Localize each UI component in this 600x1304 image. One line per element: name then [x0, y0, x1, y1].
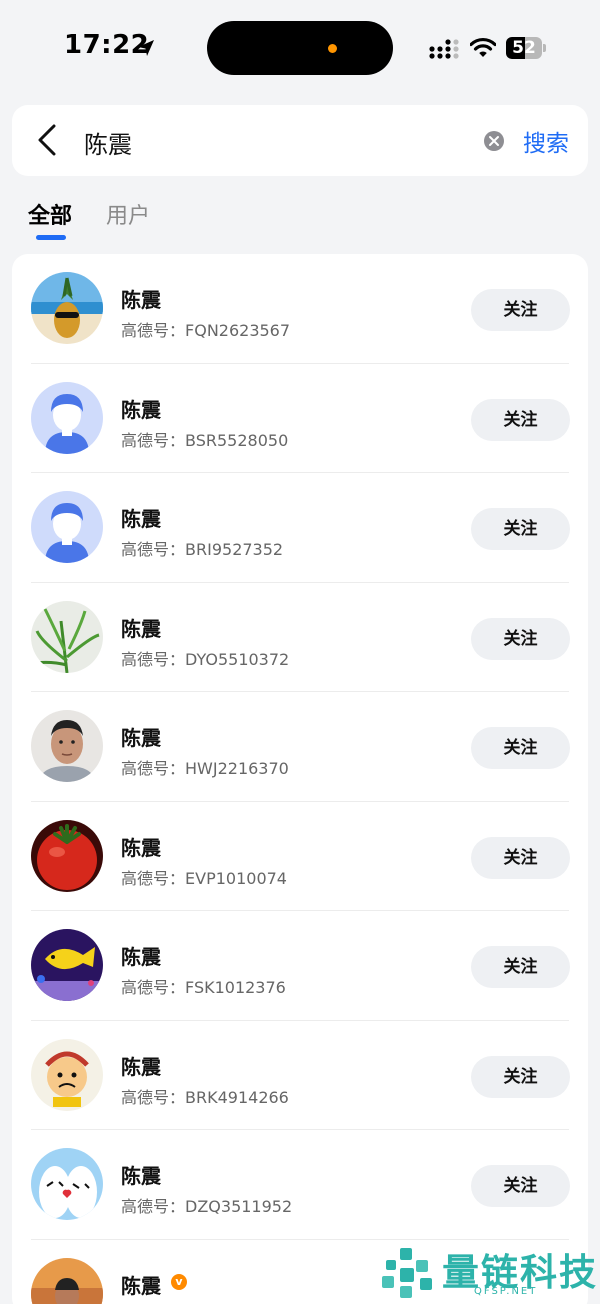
user-name: 陈震 [121, 507, 161, 531]
user-name: 陈震 [121, 288, 161, 312]
list-item[interactable]: 陈震 高德号：BRK4914266 关注 [12, 1021, 588, 1130]
green-plant-avatar-icon [31, 600, 103, 673]
follow-button[interactable]: 关注 [471, 1165, 570, 1207]
user-name: 陈震 [121, 726, 161, 750]
verified-badge-icon: v [171, 1273, 187, 1290]
avatar[interactable] [31, 710, 103, 782]
gaode-id: 高德号：DZQ3511952 [121, 1197, 293, 1216]
avatar[interactable] [31, 1257, 103, 1304]
list-item[interactable]: 陈震 高德号：EVP1010074 关注 [12, 802, 588, 911]
recording-indicator-dot [328, 44, 337, 53]
list-item[interactable]: 陈震 高德号：HWJ2216370 关注 [12, 692, 588, 802]
avatar[interactable] [31, 1038, 103, 1111]
man-portrait-avatar-icon [31, 710, 103, 782]
user-name: 陈震 [121, 945, 161, 969]
list-item[interactable]: 陈震 高德号：BSR5528050 关注 [12, 364, 588, 473]
gaode-id: 高德号：BRK4914266 [121, 1087, 289, 1107]
dynamic-island [207, 21, 393, 75]
follow-button[interactable]: 关注 [471, 836, 570, 879]
tab-users[interactable]: 用户 [106, 198, 150, 230]
tomato-avatar-icon [31, 819, 103, 892]
default-user-avatar-icon [31, 381, 103, 454]
active-tab-indicator [36, 235, 66, 240]
user-name: 陈震 [121, 1273, 161, 1298]
list-item[interactable]: 陈震 高德号：DYO5510372 关注 [12, 583, 588, 692]
watermark: 量链科技 QFSP.NET [378, 1242, 600, 1304]
gaode-id: 高德号：BRI9527352 [121, 540, 284, 559]
avatar[interactable] [31, 819, 103, 892]
follow-button[interactable]: 关注 [471, 289, 570, 331]
results-list: 陈震 高德号：FQN2623567 关注 陈震 高德号：BSR5528050 关… [12, 254, 588, 1304]
default-user-avatar-icon [31, 491, 103, 563]
user-name: 陈震 [121, 616, 161, 641]
battery-icon: 52 [506, 37, 546, 59]
man-sunset-avatar-icon [31, 1257, 103, 1304]
clear-icon[interactable] [483, 130, 505, 152]
list-item[interactable]: 陈震 高德号：FQN2623567 关注 [12, 254, 588, 364]
gaode-id: 高德号：DYO5510372 [121, 649, 290, 669]
location-arrow-icon [138, 40, 154, 56]
follow-button[interactable]: 关注 [471, 508, 570, 550]
avatar[interactable] [31, 1148, 103, 1220]
cellular-signal-icon [429, 39, 459, 59]
gaode-id: 高德号：HWJ2216370 [121, 759, 289, 778]
pineapple-beach-avatar-icon [31, 272, 103, 344]
gaode-id: 高德号：FQN2623567 [121, 321, 291, 340]
follow-button[interactable]: 关注 [471, 727, 570, 769]
user-name: 陈震 [121, 397, 161, 422]
list-item[interactable]: 陈震 高德号：BRI9527352 关注 [12, 473, 588, 583]
tab-all[interactable]: 全部 [28, 198, 72, 230]
gaode-id: 高德号：EVP1010074 [121, 868, 287, 888]
cartoon-character-avatar-icon [31, 1038, 103, 1111]
search-button[interactable]: 搜索 [523, 124, 569, 158]
search-bar: 陈震 搜索 [12, 105, 588, 176]
follow-button[interactable]: 关注 [471, 398, 570, 441]
avatar[interactable] [31, 929, 103, 1001]
user-name: 陈震 [121, 1054, 161, 1079]
avatar[interactable] [31, 272, 103, 344]
avatar[interactable] [31, 491, 103, 563]
watermark-subtitle: QFSP.NET [474, 1286, 538, 1297]
avatar[interactable] [31, 600, 103, 673]
search-input[interactable]: 陈震 [84, 125, 132, 160]
avatar[interactable] [31, 381, 103, 454]
user-name: 陈震 [121, 1164, 161, 1188]
battery-level: 52 [512, 38, 536, 58]
yellow-fish-avatar-icon [31, 929, 103, 1001]
watermark-logo-icon [382, 1248, 432, 1298]
back-chevron-icon[interactable] [36, 123, 58, 157]
couple-cartoon-avatar-icon [31, 1148, 103, 1220]
list-item[interactable]: 陈震 高德号：FSK1012376 关注 [12, 911, 588, 1021]
wifi-icon [470, 37, 496, 57]
status-bar: 17:22 52 [0, 0, 600, 96]
user-name: 陈震 [121, 835, 161, 860]
follow-button[interactable]: 关注 [471, 617, 570, 660]
follow-button[interactable]: 关注 [471, 946, 570, 988]
list-item[interactable]: 陈震 高德号：DZQ3511952 关注 [12, 1130, 588, 1240]
follow-button[interactable]: 关注 [471, 1055, 570, 1098]
gaode-id: 高德号：BSR5528050 [121, 430, 289, 450]
gaode-id: 高德号：FSK1012376 [121, 978, 286, 997]
